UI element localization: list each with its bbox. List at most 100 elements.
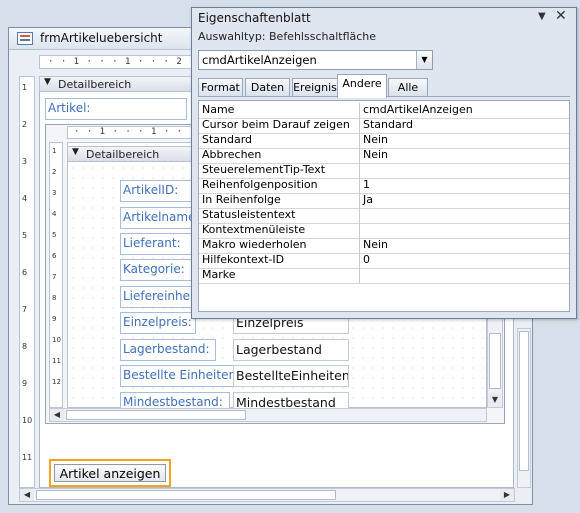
control-selector-dropdown[interactable]: cmdArtikelAnzeigen ▼ — [198, 50, 433, 70]
property-name: Reihenfolgenposition — [202, 178, 318, 191]
label-lieferant[interactable]: Lieferant: — [120, 233, 192, 255]
ruler-number: 5 — [22, 231, 28, 240]
tab-ereignis[interactable]: Ereignis — [292, 78, 338, 97]
property-name: In Reihenfolge — [202, 193, 281, 206]
detail-section-label: Detailbereich — [58, 78, 132, 91]
property-name: Statusleistentext — [202, 208, 296, 221]
property-row[interactable]: Name cmdArtikelAnzeigen — [199, 103, 569, 119]
ruler-number: 4 — [22, 194, 28, 203]
pin-down-icon[interactable]: ▼ — [538, 11, 546, 22]
ruler-number: 12 — [52, 378, 61, 386]
property-row[interactable]: Statusleistentext — [199, 208, 569, 224]
ruler-number: 8 — [52, 294, 57, 302]
property-value[interactable]: Nein — [363, 148, 388, 162]
property-name: Cursor beim Darauf zeigen — [202, 118, 350, 131]
artikel-anzeigen-button[interactable]: Artikel anzeigen — [54, 464, 166, 482]
label-artikelname[interactable]: Artikelname: — [120, 207, 192, 229]
label-artikelid[interactable]: ArtikelID: — [120, 180, 192, 202]
tab-daten[interactable]: Daten — [245, 78, 290, 97]
property-column-divider — [359, 268, 360, 283]
property-row[interactable]: Marke — [199, 268, 569, 284]
property-column-divider — [359, 133, 360, 148]
form-vertical-scroll-thumb[interactable] — [519, 331, 529, 471]
ruler-number: 5 — [52, 231, 57, 239]
property-value[interactable]: Nein — [363, 133, 388, 147]
scroll-right-icon[interactable]: ▶ — [500, 489, 514, 501]
ruler-number: 4 — [52, 210, 57, 218]
property-column-divider — [359, 253, 360, 268]
property-value[interactable]: cmdArtikelAnzeigen — [363, 103, 473, 117]
ruler-number: 7 — [52, 273, 57, 281]
subform-horizontal-scrollbar[interactable]: ◀ — [49, 408, 487, 422]
property-value[interactable]: Standard — [363, 118, 413, 132]
ruler-number: 10 — [22, 416, 33, 425]
property-sheet: Eigenschaftenblatt ▼ ✕ Auswahltyp: Befeh… — [191, 7, 577, 319]
property-column-divider — [359, 103, 360, 118]
property-name: Name — [202, 103, 235, 116]
form-icon — [17, 32, 33, 45]
tab-format[interactable]: Format — [198, 78, 243, 97]
property-row[interactable]: Abbrechen Nein — [199, 148, 569, 164]
scroll-left-icon[interactable]: ◀ — [20, 489, 34, 501]
property-row[interactable]: Reihenfolgenposition 1 — [199, 178, 569, 194]
form-title: frmArtikeluebersicht — [40, 31, 163, 45]
property-row[interactable]: Makro wiederholen Nein — [199, 238, 569, 254]
tab-alle[interactable]: Alle — [388, 78, 428, 97]
subform-detail-section-label: Detailbereich — [86, 148, 160, 161]
label-einzelpreis[interactable]: Einzelpreis: — [120, 312, 196, 334]
textbox-lagerbestand[interactable]: Lagerbestand — [233, 339, 349, 361]
label-lagerbestand[interactable]: Lagerbestand: — [120, 339, 216, 361]
ruler-number: 9 — [22, 379, 28, 388]
section-arrow-icon: ▼ — [72, 147, 79, 157]
property-grid[interactable]: Name cmdArtikelAnzeigen Cursor beim Darauf… — [198, 100, 570, 312]
property-name: Makro wiederholen — [202, 238, 307, 251]
form-horizontal-scroll-thumb[interactable] — [36, 490, 336, 500]
selection-type-label: Auswahltyp: Befehlsschaltfläche — [198, 30, 377, 43]
ruler-number: 3 — [52, 189, 57, 197]
subform-detail-section-bar[interactable]: ▼ Detailbereich — [67, 146, 197, 162]
property-value[interactable]: 1 — [363, 178, 370, 192]
selected-button-frame[interactable]: Artikel anzeigen — [49, 459, 171, 487]
control-selector-value: cmdArtikelAnzeigen — [202, 53, 317, 67]
ruler-number: 1 — [22, 83, 28, 92]
property-row[interactable]: SteuerelementTip-Text — [199, 163, 569, 179]
subform-horizontal-scroll-thumb[interactable] — [66, 410, 246, 420]
property-column-divider — [359, 193, 360, 208]
property-column-divider — [359, 163, 360, 178]
form-vertical-scrollbar[interactable] — [517, 328, 531, 488]
form-horizontal-scrollbar[interactable]: ◀ ▶ — [19, 488, 515, 502]
detail-section-bar[interactable]: ▼ Detailbereich — [39, 76, 199, 92]
textbox-bestellte-einheiten[interactable]: BestellteEinheiten — [233, 365, 349, 387]
ruler-number: 3 — [22, 157, 28, 166]
section-arrow-icon: ▼ — [44, 77, 51, 87]
ruler-number: 10 — [52, 336, 61, 344]
property-value[interactable]: Ja — [363, 193, 373, 207]
ruler-number: 7 — [22, 305, 28, 314]
ruler-number: 11 — [52, 357, 61, 365]
property-row[interactable]: Hilfekontext-ID 0 — [199, 253, 569, 269]
property-row[interactable]: Cursor beim Darauf zeigen Standard — [199, 118, 569, 134]
property-column-divider — [359, 208, 360, 223]
label-liefereinheit[interactable]: Liefereinheit: — [120, 286, 192, 308]
property-name: SteuerelementTip-Text — [202, 163, 326, 176]
property-name: Kontextmenüleiste — [202, 223, 306, 236]
artikel-label[interactable]: Artikel: — [45, 98, 187, 120]
label-bestellte-einheiten[interactable]: Bestellte Einheiten: — [120, 365, 234, 387]
subform-vertical-scroll-thumb[interactable] — [489, 333, 501, 389]
close-icon[interactable]: ✕ — [555, 8, 567, 24]
property-row[interactable]: In Reihenfolge Ja — [199, 193, 569, 209]
property-value[interactable]: 0 — [363, 253, 370, 267]
property-column-divider — [359, 148, 360, 163]
property-sheet-title: Eigenschaftenblatt — [198, 11, 311, 25]
property-column-divider — [359, 238, 360, 253]
property-row[interactable]: Standard Nein — [199, 133, 569, 149]
label-kategorie[interactable]: Kategorie: — [120, 259, 192, 281]
property-value[interactable]: Nein — [363, 238, 388, 252]
property-row[interactable]: Kontextmenüleiste — [199, 223, 569, 239]
dropdown-arrow-icon[interactable]: ▼ — [416, 51, 432, 69]
tab-andere[interactable]: Andere — [337, 74, 387, 98]
scroll-left-icon[interactable]: ◀ — [50, 409, 64, 421]
scroll-down-icon[interactable]: ▼ — [488, 393, 502, 407]
ruler-number: 2 — [22, 120, 28, 129]
horizontal-ruler: · · 1 · · · 1 · · · 2 · · · 3 · · · 4 · … — [39, 55, 199, 69]
